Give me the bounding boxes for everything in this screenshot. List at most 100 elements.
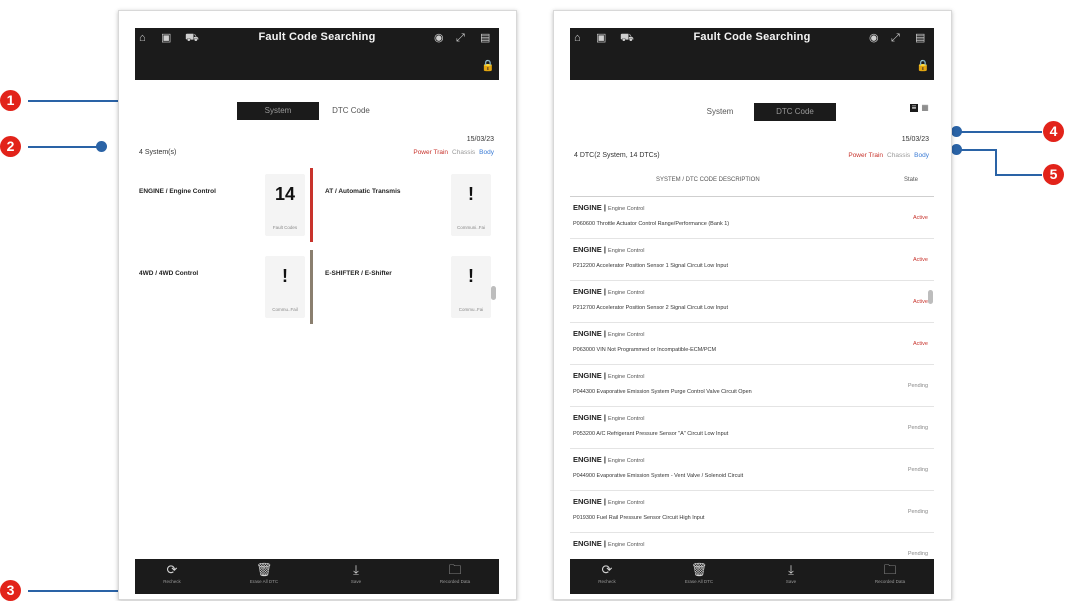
row-system: ENGINE | Engine Control — [573, 455, 645, 464]
tab-dtc-code[interactable]: DTC Code — [754, 103, 836, 121]
tab-dtc-code[interactable]: DTC Code — [321, 102, 381, 120]
fullscreen-icon[interactable]: ⤢ — [891, 33, 900, 44]
fullscreen-icon[interactable]: ⤢ — [456, 33, 465, 44]
dtc-description: P044300 Evaporative Emission System Purg… — [573, 389, 752, 395]
callout-line-4 — [960, 131, 1042, 133]
folder-icon: 🗀 — [448, 562, 462, 577]
filter-power-train[interactable]: Power Train — [848, 152, 883, 159]
lock-icon[interactable]: 🔒 — [481, 59, 495, 72]
dtc-description: P212200 Accelerator Position Sensor 1 Si… — [573, 263, 729, 269]
dtc-row[interactable]: ENGINE | Engine Control P053200 A/C Refr… — [570, 407, 934, 449]
row-system: ENGINE | Engine Control — [573, 203, 645, 212]
bottom-toolbar: ⟳ Recheck 🗑 Erase All DTC ⤓ Save 🗀 Recor… — [570, 559, 934, 594]
recheck-button[interactable]: ⟳ Recheck — [572, 563, 642, 585]
system-name: ENGINE — [573, 497, 602, 506]
dtc-row[interactable]: ENGINE | Engine Control P044300 Evaporat… — [570, 365, 934, 407]
erase-all-dtc-button[interactable]: 🗑 Erase All DTC — [229, 563, 299, 585]
system-name: ENGINE — [573, 371, 602, 380]
row-system: ENGINE | Engine Control — [573, 497, 645, 506]
exit-icon[interactable]: ▤ — [915, 33, 925, 44]
dtc-description: P063000 VIN Not Programmed or Incompatib… — [573, 347, 717, 353]
callout-marker-5: 5 — [1043, 164, 1064, 185]
system-tile-engine[interactable]: ENGINE / Engine Control 14 Fault Codes — [135, 168, 313, 242]
filter-body[interactable]: Body — [479, 149, 494, 156]
system-name: ENGINE — [573, 203, 602, 212]
trash-icon: 🗑 — [690, 562, 708, 577]
callout-dot-2 — [96, 141, 107, 152]
row-system: ENGINE | Engine Control — [573, 413, 645, 422]
exit-icon[interactable]: ▤ — [480, 33, 490, 44]
recheck-button[interactable]: ⟳ Recheck — [137, 562, 207, 585]
tab-system[interactable]: System — [237, 102, 319, 120]
tile-name: E-SHIFTER / E-Shifter — [325, 270, 392, 277]
callout-marker-4: 4 — [1043, 121, 1064, 142]
filter-power-train[interactable]: Power Train — [413, 149, 448, 156]
tab-system[interactable]: System — [690, 103, 750, 121]
system-tile-4wd[interactable]: 4WD / 4WD Control ! Commu..Fail — [135, 250, 313, 324]
system-name: ENGINE — [573, 329, 602, 338]
tile-count-box: 14 Fault Codes — [265, 174, 305, 236]
dtc-description: P053200 A/C Refrigerant Pressure Sensor … — [573, 431, 729, 437]
dtc-description: P212700 Accelerator Position Sensor 2 Si… — [573, 305, 729, 311]
refresh-icon: ⟳ — [166, 562, 178, 577]
save-button[interactable]: ⤓ Save — [756, 563, 826, 585]
page-title: Fault Code Searching — [693, 31, 811, 43]
scroll-handle[interactable] — [491, 286, 496, 300]
filter-body[interactable]: Body — [914, 152, 929, 159]
system-description: Engine Control — [608, 332, 645, 338]
right-tablet: ⌂ ▣ ⛟ Fault Code Searching ◉ ⤢ ▤ 🔒 Syste… — [553, 10, 952, 600]
top-bar: ⌂ ▣ ⛟ Fault Code Searching ◉ ⤢ ▤ 🔒 — [135, 28, 499, 80]
callout-line-5-b — [995, 149, 997, 176]
dtc-row[interactable]: ENGINE | Engine Control P212700 Accelera… — [570, 281, 934, 323]
dtc-row[interactable]: ENGINE | Engine Control P044900 Evaporat… — [570, 449, 934, 491]
recorded-data-button[interactable]: 🗀 Recorded Data — [855, 562, 925, 585]
recorded-data-button[interactable]: 🗀 Recorded Data — [420, 562, 490, 585]
row-system: ENGINE | Engine Control — [573, 539, 645, 548]
erase-all-dtc-button[interactable]: 🗑 Erase All DTC — [664, 562, 734, 585]
dtc-description: P060600 Throttle Actuator Control Range/… — [573, 221, 730, 227]
folder-icon: 🗀 — [883, 562, 897, 577]
tile-warning: ! — [468, 266, 474, 286]
system-tile-eshifter[interactable]: E-SHIFTER / E-Shifter ! Commu..Fai — [321, 250, 499, 324]
row-system: ENGINE | Engine Control — [573, 287, 645, 296]
system-tile-at[interactable]: AT / Automatic Transmis ! Communi..Fai — [321, 168, 499, 242]
filter-chassis[interactable]: Chassis — [887, 152, 910, 159]
tile-status-stripe — [310, 250, 313, 324]
dtc-state: Pending — [907, 467, 928, 473]
filter-chassis[interactable]: Chassis — [452, 149, 475, 156]
view-toggle: ≡ ▦ — [910, 104, 930, 114]
system-summary: 4 System(s) — [139, 149, 177, 156]
scan-date: 15/03/23 — [466, 136, 494, 143]
recorded-data-label: Recorded Data — [439, 579, 471, 584]
dtc-state: Pending — [907, 551, 928, 557]
callout-line-5-c — [995, 174, 1042, 176]
list-view-icon[interactable]: ≡ — [910, 104, 918, 112]
erase-label: Erase All DTC — [684, 579, 714, 584]
scroll-handle[interactable] — [928, 290, 933, 304]
dtc-row[interactable]: ENGINE | Engine Control P063000 VIN Not … — [570, 323, 934, 365]
dtc-state: Active — [913, 257, 928, 263]
tile-count-label: Fault Codes — [272, 225, 298, 230]
system-description: Engine Control — [608, 290, 645, 296]
recorded-data-label: Recorded Data — [874, 579, 906, 584]
bottom-toolbar: ⟳ Recheck 🗑 Erase All DTC ⤓ Save 🗀 Recor… — [135, 559, 499, 594]
dtc-description: P044900 Evaporative Emission System - Ve… — [573, 473, 744, 479]
download-icon: ⤓ — [353, 562, 359, 577]
callout-marker-3: 3 — [0, 580, 21, 601]
camera-icon[interactable]: ◉ — [434, 33, 444, 44]
system-description: Engine Control — [608, 374, 645, 380]
callout-marker-1: 1 — [0, 90, 21, 111]
dtc-row[interactable]: ENGINE | Engine Control P060600 Throttle… — [570, 197, 934, 239]
system-description: Engine Control — [608, 542, 645, 548]
dtc-row[interactable]: ENGINE | Engine Control P019300 Fuel Rai… — [570, 491, 934, 533]
callout-line-5-a — [960, 149, 997, 151]
camera-icon[interactable]: ◉ — [869, 33, 879, 44]
dtc-row[interactable]: ENGINE | Engine Control P212200 Accelera… — [570, 239, 934, 281]
grid-view-icon[interactable]: ▦ — [921, 104, 929, 112]
lock-icon[interactable]: 🔒 — [916, 59, 930, 72]
page-title: Fault Code Searching — [258, 31, 376, 43]
tile-count-box: ! Communi..Fai — [451, 174, 491, 236]
erase-label: Erase All DTC — [249, 579, 279, 584]
system-filters: Power Train Chassis Body — [844, 152, 929, 159]
save-button[interactable]: ⤓ Save — [321, 562, 391, 585]
